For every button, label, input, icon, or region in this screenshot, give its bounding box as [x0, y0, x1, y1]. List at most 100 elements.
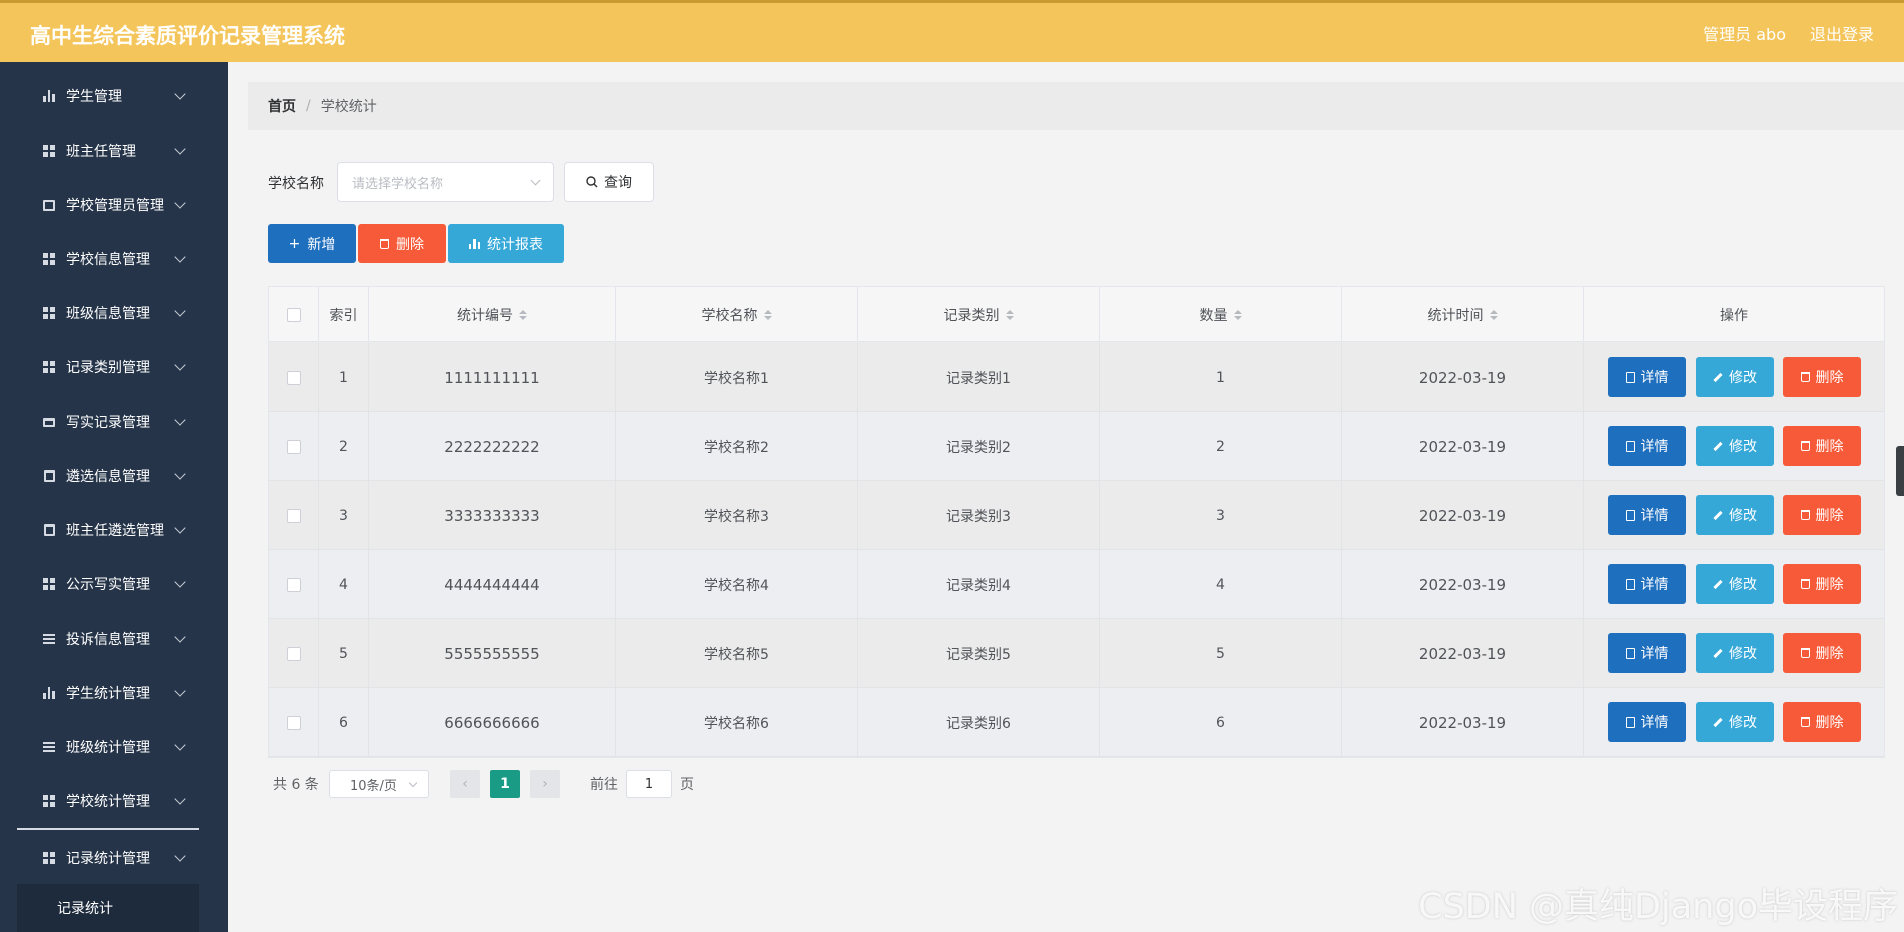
query-button-label: 查询	[604, 175, 632, 191]
table-row: 1 1111111111 学校名称1 记录类别1 1 2022-03-19 详情 修改 删除	[269, 343, 1884, 412]
edit-button-label: 修改	[1729, 508, 1757, 524]
query-button[interactable]: 查询	[564, 162, 654, 202]
page-size-select[interactable]: 10条/页	[329, 770, 429, 798]
row-checkbox[interactable]	[286, 646, 301, 661]
grid-icon	[42, 306, 56, 320]
trash-icon	[1800, 441, 1810, 451]
app-title: 高中生综合素质评价记录管理系统	[30, 24, 345, 48]
batch-delete-button[interactable]: 删除	[358, 224, 446, 263]
detail-button-label: 详情	[1640, 508, 1669, 524]
edit-button[interactable]: 修改	[1696, 426, 1774, 466]
sidebar-item[interactable]: 学生管理	[0, 69, 228, 123]
delete-button[interactable]: 删除	[1783, 633, 1861, 673]
sidebar-item[interactable]: 学校信息管理	[0, 232, 228, 286]
sidebar-item[interactable]: 记录类别管理	[0, 340, 228, 394]
submenu-item-record-stats[interactable]: 记录统计	[17, 884, 199, 932]
sidebar-item[interactable]: 遴选信息管理	[0, 449, 228, 503]
sidebar-item[interactable]: 学校管理员管理	[0, 178, 228, 232]
sidebar-item-label: 学生管理	[66, 89, 122, 105]
chevron-left-icon: ‹	[462, 776, 468, 792]
school-name-label: 学校名称	[268, 176, 324, 192]
cell-time: 2022-03-19	[1342, 343, 1584, 412]
delete-button[interactable]: 删除	[1783, 495, 1861, 535]
sidebar-item[interactable]: 班主任遴选管理	[0, 503, 228, 557]
sort-icon[interactable]	[519, 309, 527, 320]
stats-report-button[interactable]: 统计报表	[448, 224, 564, 263]
cell-time: 2022-03-19	[1342, 412, 1584, 481]
sort-icon[interactable]	[763, 309, 772, 320]
page-number-button[interactable]: 1	[490, 770, 520, 798]
header-ops: 操作	[1584, 287, 1884, 342]
school-name-select[interactable]: 请选择学校名称	[337, 162, 554, 202]
sidebar-item-label: 记录类别管理	[66, 360, 150, 376]
row-checkbox[interactable]	[286, 370, 301, 385]
row-checkbox[interactable]	[286, 577, 301, 592]
sidebar-item-label: 学生统计管理	[66, 686, 150, 702]
edit-button[interactable]: 修改	[1696, 564, 1774, 604]
logout-link[interactable]: 退出登录	[1810, 21, 1874, 45]
sidebar-item[interactable]: 记录统计管理	[0, 831, 228, 885]
detail-button[interactable]: 详情	[1608, 633, 1686, 673]
scrollbar-handle[interactable]	[1896, 446, 1904, 496]
edit-button[interactable]: 修改	[1696, 495, 1774, 535]
detail-button[interactable]: 详情	[1608, 495, 1686, 535]
sidebar-item-label: 写实记录管理	[66, 415, 150, 431]
row-checkbox[interactable]	[286, 715, 301, 730]
sidebar-item[interactable]: 投诉信息管理	[0, 612, 228, 666]
sidebar-item[interactable]: 班级统计管理	[0, 720, 228, 774]
detail-button-label: 详情	[1640, 646, 1669, 662]
add-button[interactable]: + 新增	[268, 224, 356, 263]
delete-button[interactable]: 删除	[1783, 357, 1861, 397]
detail-button-label: 详情	[1640, 370, 1669, 386]
header-count[interactable]: 数量	[1100, 287, 1342, 342]
prev-page-button[interactable]: ‹	[450, 770, 480, 798]
header-category[interactable]: 记录类别	[858, 287, 1100, 342]
chevron-down-icon	[174, 359, 186, 371]
breadcrumb-current: 学校统计	[320, 99, 377, 115]
edit-button[interactable]: 修改	[1696, 702, 1774, 742]
next-page-button[interactable]: ›	[530, 770, 560, 798]
delete-button[interactable]: 删除	[1783, 702, 1861, 742]
detail-button[interactable]: 详情	[1608, 702, 1686, 742]
edit-button[interactable]: 修改	[1696, 357, 1774, 397]
sidebar-item[interactable]: 班主任管理	[0, 124, 228, 178]
edit-button[interactable]: 修改	[1696, 633, 1774, 673]
header-code[interactable]: 统计编号	[369, 287, 616, 342]
select-all-checkbox[interactable]	[286, 307, 301, 322]
sidebar-item[interactable]: 学生统计管理	[0, 666, 228, 720]
sidebar-item[interactable]: 班级信息管理	[0, 286, 228, 340]
delete-button[interactable]: 删除	[1783, 564, 1861, 604]
detail-button[interactable]: 详情	[1608, 564, 1686, 604]
breadcrumb-home[interactable]: 首页	[268, 96, 296, 116]
detail-button[interactable]: 详情	[1608, 357, 1686, 397]
row-select-cell	[269, 343, 319, 412]
detail-button[interactable]: 详情	[1608, 426, 1686, 466]
edit-icon	[1713, 441, 1723, 451]
sort-icon[interactable]	[1005, 309, 1014, 320]
goto-page-input[interactable]: 1	[626, 770, 672, 798]
delete-button[interactable]: 删除	[1783, 426, 1861, 466]
grid-icon	[42, 794, 56, 808]
briefcase-icon	[42, 415, 56, 429]
cell-school: 学校名称2	[616, 412, 858, 481]
sort-icon[interactable]	[1233, 309, 1242, 320]
cell-count: 5	[1100, 619, 1342, 688]
row-checkbox[interactable]	[286, 508, 301, 523]
sidebar-item[interactable]: 学校统计管理	[0, 774, 228, 828]
breadcrumb-separator: /	[306, 98, 311, 114]
sidebar-item[interactable]: 写实记录管理	[0, 395, 228, 449]
cell-school: 学校名称1	[616, 343, 858, 412]
sort-icon[interactable]	[1489, 309, 1498, 320]
header-school[interactable]: 学校名称	[616, 287, 858, 342]
list-icon	[42, 632, 56, 646]
delete-button-label: 删除	[1815, 646, 1844, 662]
table-row: 4 4444444444 学校名称4 记录类别4 4 2022-03-19 详情 修改 删除	[269, 550, 1884, 619]
row-select-cell	[269, 619, 319, 688]
chevron-down-icon	[174, 251, 186, 263]
sidebar-item[interactable]: 公示写实管理	[0, 557, 228, 611]
admin-user-label[interactable]: 管理员 abo	[1703, 21, 1786, 45]
row-checkbox[interactable]	[286, 439, 301, 454]
clipboard-icon	[42, 523, 56, 537]
edit-button-label: 修改	[1729, 370, 1757, 386]
header-time[interactable]: 统计时间	[1342, 287, 1584, 342]
